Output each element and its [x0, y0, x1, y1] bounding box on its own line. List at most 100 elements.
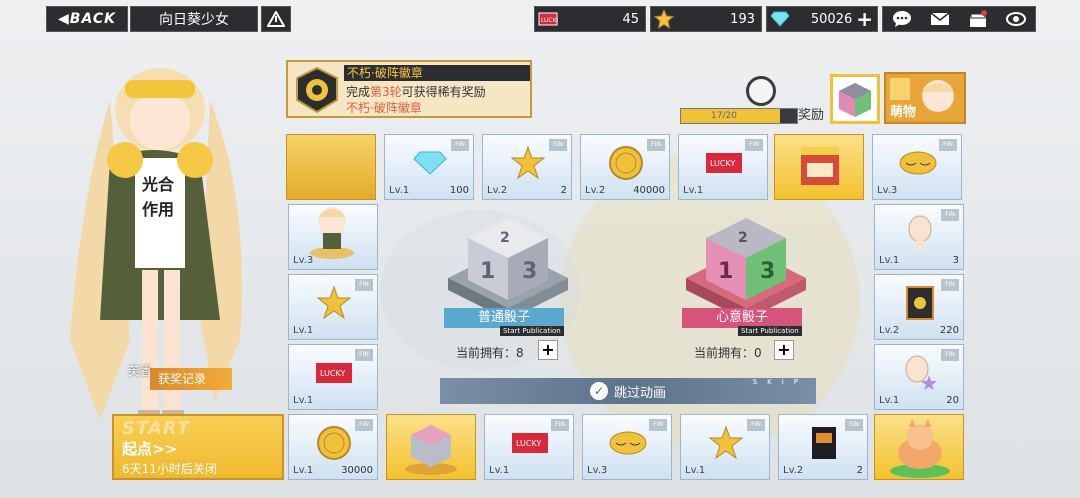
tile-tag: FIN	[551, 419, 569, 431]
mengwu-button[interactable]: 萌物	[884, 72, 966, 124]
tile-tag: FIN	[941, 349, 959, 361]
board-tile[interactable]: FIN Lv.1 3	[874, 204, 964, 270]
chibi-figure-icon	[305, 205, 359, 261]
back-button[interactable]: ◀ BACK	[46, 6, 128, 32]
lucky-ticket-icon: LUCKY	[704, 145, 744, 181]
diamond-icon	[769, 9, 791, 29]
cat-figure-icon	[885, 417, 955, 479]
svg-text:2: 2	[738, 230, 748, 246]
gift-box-icon[interactable]	[966, 8, 990, 30]
svg-text:LUCKY: LUCKY	[320, 369, 345, 378]
head-model-icon	[900, 215, 940, 251]
normal-dice-label: 普通骰子	[444, 308, 564, 328]
start-watermark: START	[122, 418, 191, 439]
tile-count: 2	[560, 185, 567, 196]
tile-count: 30000	[341, 465, 373, 476]
board-tile[interactable]: FIN Lv.2 2	[482, 134, 572, 200]
board-tile[interactable]: FIN Lv.1 100	[384, 134, 474, 200]
diamond-resource: 50026 +	[766, 6, 878, 32]
check-icon: ✓	[589, 382, 608, 400]
starcoin-count: 193	[730, 11, 755, 27]
tile-level: Lv.3	[877, 185, 898, 196]
board-tile[interactable]: FIN LUCKY Lv.1	[484, 414, 574, 480]
tile-tag: FIN	[745, 139, 763, 151]
wish-dice-label: 心意骰子	[682, 308, 802, 328]
mail-icon[interactable]	[928, 8, 952, 30]
board-tile[interactable]	[874, 414, 964, 480]
tile-level: Lv.1	[489, 465, 510, 476]
tile-tag: FIN	[941, 209, 959, 221]
ticket-resource: LUCKY 45	[534, 6, 646, 32]
wish-dice-icon: 1 3 2	[686, 218, 806, 320]
board-tile[interactable]: FIN LUCKY Lv.1	[678, 134, 768, 200]
warning-button[interactable]	[261, 6, 291, 32]
tile-tag: FIN	[647, 139, 665, 151]
skip-animation-toggle[interactable]: ✓ 跳过动画 SKIP	[440, 378, 816, 404]
eye-icon[interactable]	[1004, 8, 1028, 30]
tile-level: Lv.1	[685, 465, 706, 476]
mission-banner: 不朽·破阵徽章 完成第3轮可获得稀有奖励 不朽·破阵徽章	[286, 60, 532, 118]
board-tile[interactable]	[386, 414, 476, 480]
eye-mask-icon	[898, 145, 938, 181]
board-tile[interactable]: FIN Lv.2 40000	[580, 134, 670, 200]
tile-level: Lv.1	[293, 395, 314, 406]
lucky-ticket-icon: LUCKY	[314, 355, 354, 391]
board-tile[interactable]: FIN Lv.1	[288, 274, 378, 340]
svg-text:LUCKY: LUCKY	[541, 17, 558, 24]
start-tile[interactable]: START 起点>> 6天11小时后关闭	[112, 414, 284, 480]
tile-count: 20	[946, 395, 959, 406]
page-title: 向日葵少女	[130, 6, 258, 32]
tile-count: 40000	[633, 185, 665, 196]
tile-level: Lv.3	[293, 255, 314, 266]
book-icon	[804, 425, 844, 461]
svg-text:1: 1	[480, 259, 495, 284]
owned-count: 0	[754, 346, 762, 360]
tile-tag: FIN	[355, 279, 373, 291]
owned-label: 当前拥有：	[456, 346, 517, 360]
svg-text:LUCKY: LUCKY	[710, 159, 735, 168]
svg-text:2: 2	[500, 230, 510, 246]
tile-count: 2	[856, 465, 863, 476]
ticket-icon: LUCKY	[537, 9, 559, 29]
svg-text:作用: 作用	[142, 200, 174, 219]
board-tile[interactable]: FIN Lv.1 20	[874, 344, 964, 410]
wish-dice[interactable]: 1 3 2	[676, 208, 816, 320]
add-normal-dice-button[interactable]: +	[538, 340, 558, 360]
tile-level: Lv.3	[587, 465, 608, 476]
star-coin-icon	[314, 285, 354, 321]
board-tile[interactable]	[286, 134, 376, 200]
chat-icon[interactable]	[890, 8, 914, 30]
board-tile[interactable]: FIN Lv.3	[582, 414, 672, 480]
svg-text:3: 3	[760, 259, 775, 284]
add-wish-dice-button[interactable]: +	[774, 340, 794, 360]
board-tile[interactable]: FIN Lv.1	[680, 414, 770, 480]
board-tile[interactable]: FIN Lv.2 2	[778, 414, 868, 480]
board-tile[interactable]: FIN LUCKY Lv.1	[288, 344, 378, 410]
medal-icon[interactable]	[746, 76, 776, 106]
normal-dice-owned: 当前拥有：8	[456, 344, 524, 361]
tile-level: Lv.1	[389, 185, 410, 196]
star-coin-icon	[508, 145, 548, 181]
badge-icon	[292, 66, 342, 114]
ticket-count: 45	[622, 11, 639, 27]
board-tile[interactable]: FIN Lv.2 220	[874, 274, 964, 340]
tile-tag: FIN	[939, 139, 957, 151]
board-tile[interactable]: Lv.3	[288, 204, 378, 270]
starcoin-resource: 193	[650, 6, 762, 32]
tile-count: 100	[449, 185, 469, 196]
reward-cube-button[interactable]	[830, 74, 880, 124]
gold-coin-icon	[314, 425, 354, 461]
normal-dice[interactable]: 1 3 2	[438, 208, 578, 320]
add-diamond-button[interactable]: +	[856, 9, 873, 29]
tile-count: 220	[939, 325, 959, 336]
star-coin-icon	[653, 9, 675, 29]
reward-log-button[interactable]: 获奖记录	[150, 368, 232, 390]
board-tile[interactable]: FIN Lv.1 30000	[288, 414, 378, 480]
start-title: 起点>>	[122, 440, 178, 458]
board-tile[interactable]	[774, 134, 864, 200]
board-tile[interactable]: FIN Lv.3	[872, 134, 962, 200]
svg-text:光合: 光合	[141, 175, 175, 194]
normal-dice-pub: Start Publication	[500, 326, 564, 336]
eye-mask-icon	[608, 425, 648, 461]
diamond-count: 50026	[810, 11, 853, 27]
